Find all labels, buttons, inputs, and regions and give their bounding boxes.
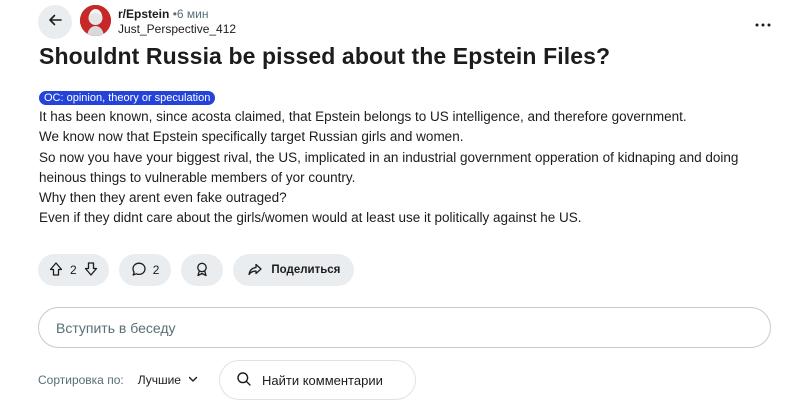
award-button[interactable]: [181, 254, 224, 286]
share-button[interactable]: Поделиться: [233, 254, 355, 286]
search-icon: [236, 371, 252, 390]
search-comments-input[interactable]: Найти комментарии: [219, 360, 416, 400]
vote-control: 2: [38, 254, 109, 286]
post-title: Shouldnt Russia be pissed about the Epst…: [39, 43, 611, 69]
back-button[interactable]: [38, 5, 72, 39]
more-options-button[interactable]: [748, 8, 778, 38]
post-author[interactable]: Just_Perspective_412: [118, 22, 236, 37]
share-label: Поделиться: [271, 264, 341, 276]
sort-value: Лучшие: [137, 373, 181, 387]
post-body-paragraph: We know now that Epstein specifically ta…: [39, 129, 464, 145]
search-comments-placeholder: Найти комментарии: [262, 372, 383, 388]
post-body-paragraph: Even if they didnt care about the girls/…: [39, 210, 582, 226]
comment-input[interactable]: Вступить в беседу: [38, 307, 771, 348]
post-body-paragraph: It has been known, since acosta claimed,…: [39, 109, 687, 124]
comment-bubble-icon: [131, 261, 147, 280]
more-horizontal-icon: [755, 14, 771, 32]
post-body-paragraph: So now you have your biggest rival, the …: [39, 149, 739, 185]
upvote-arrow-icon[interactable]: [48, 261, 64, 280]
subreddit-name[interactable]: r/Epstein: [118, 7, 169, 21]
post-time: 6 мин: [176, 7, 209, 21]
comment-count: 2: [152, 263, 160, 277]
comment-input-placeholder: Вступить в беседу: [56, 319, 176, 336]
sort-label: Сортировка по:: [38, 373, 124, 387]
share-arrow-icon: [247, 261, 263, 280]
sort-dropdown[interactable]: Лучшие: [138, 373, 199, 388]
chevron-down-icon: [187, 373, 199, 388]
comments-button[interactable]: 2: [118, 254, 172, 286]
vote-count: 2: [70, 263, 77, 277]
post-body: It has been known, since acosta claimed,…: [39, 107, 784, 229]
sort-control: Сортировка по: Лучшие: [38, 360, 199, 400]
post-meta: r/Epstein •6 мин Just_Perspective_412: [118, 7, 236, 37]
post-flair[interactable]: OC: opinion, theory or speculation: [39, 91, 216, 105]
post-body-paragraph: Why then they arent even fake outraged?: [39, 190, 287, 206]
downvote-arrow-icon[interactable]: [83, 261, 99, 280]
subreddit-avatar[interactable]: [80, 5, 111, 36]
arrow-left-icon: [47, 12, 63, 33]
post-actions: 2 2 Поделиться: [38, 254, 355, 286]
award-icon: [194, 261, 210, 280]
